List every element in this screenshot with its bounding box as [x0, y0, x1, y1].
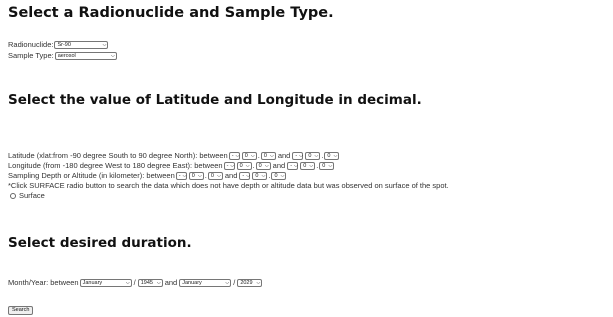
search-button[interactable]: Search [8, 306, 34, 315]
duration-label: Month/Year: between [8, 278, 79, 287]
chevron-down-icon: ⌵ [294, 163, 298, 169]
latitude-from-sign-select[interactable]: - ⌵ [228, 152, 240, 160]
duration-row: Month/Year: between January ⌵ / 1945 ⌵ and… [8, 278, 263, 287]
radionuclide-row: Radionuclide: Sr-90 ⌵ [8, 40, 109, 50]
to-year-select[interactable]: 2029 ⌵ [237, 279, 263, 287]
chevron-down-icon: ⌵ [156, 280, 161, 286]
sample-type-row: Sample Type: aerosol ⌵ [8, 51, 118, 61]
section-title-duration: Select desired duration. [8, 235, 192, 251]
longitude-label: Longitude (from -180 degree West to 180 … [8, 161, 223, 170]
chevron-down-icon: ⌵ [217, 173, 221, 179]
depth-label: Sampling Depth or Altitude (in kilometer… [8, 171, 175, 180]
longitude-row: Longitude (from -180 degree West to 180 … [8, 161, 335, 170]
latitude-label: Latitude (xlat:from -90 degree South to … [8, 151, 228, 160]
chevron-down-icon: ⌵ [110, 53, 115, 59]
sample-type-label: Sample Type: [8, 51, 54, 60]
latitude-from-decimal-select[interactable]: 0 ⌵ [260, 152, 276, 160]
depth-from-decimal-select[interactable]: 0 ⌵ [207, 172, 223, 180]
longitude-to-sign-select[interactable]: - ⌵ [287, 162, 299, 170]
longitude-from-decimal-select[interactable]: 0 ⌵ [255, 162, 271, 170]
chevron-down-icon: ⌵ [314, 153, 319, 159]
chevron-down-icon: ⌵ [261, 173, 266, 179]
chevron-down-icon: ⌵ [270, 153, 274, 159]
longitude-from-degree-select[interactable]: 0 ⌵ [236, 162, 252, 170]
sample-type-select[interactable]: aerosol ⌵ [54, 52, 117, 60]
depth-to-decimal-select[interactable]: 0 ⌵ [271, 172, 287, 180]
chevron-down-icon: ⌵ [235, 153, 240, 159]
depth-row: Sampling Depth or Altitude (in kilometer… [8, 171, 287, 180]
chevron-down-icon: ⌵ [264, 163, 269, 169]
chevron-down-icon: ⌵ [309, 163, 314, 169]
longitude-to-degree-select[interactable]: 0 ⌵ [300, 162, 316, 170]
latitude-from-degree-select[interactable]: 0 ⌵ [241, 152, 257, 160]
chevron-down-icon: ⌵ [225, 280, 230, 286]
latitude-to-degree-select[interactable]: 0 ⌵ [305, 152, 321, 160]
section-title-lat-long: Select the value of Latitude and Longitu… [8, 92, 422, 108]
chevron-down-icon: ⌵ [245, 163, 250, 169]
depth-from-sign-select[interactable]: - ⌵ [175, 172, 187, 180]
chevron-down-icon: ⌵ [246, 173, 251, 179]
latitude-to-sign-select[interactable]: - ⌵ [292, 152, 304, 160]
chevron-down-icon: ⌵ [182, 173, 187, 179]
surface-note: *Click SURFACE radio button to search th… [8, 181, 449, 190]
longitude-to-decimal-select[interactable]: 0 ⌵ [319, 162, 335, 170]
surface-label: Surface [19, 191, 45, 200]
chevron-down-icon: ⌵ [250, 153, 255, 159]
chevron-down-icon: ⌵ [197, 173, 202, 179]
longitude-from-sign-select[interactable]: - ⌵ [223, 162, 235, 170]
chevron-down-icon: ⌵ [102, 42, 107, 48]
chevron-down-icon: ⌵ [280, 173, 285, 179]
chevron-down-icon: ⌵ [125, 280, 130, 286]
radionuclide-label: Radionuclide: [8, 40, 54, 49]
latitude-row: Latitude (xlat:from -90 degree South to … [8, 151, 340, 160]
to-month-select[interactable]: January ⌵ [179, 279, 232, 287]
surface-radio[interactable] [10, 193, 16, 199]
chevron-down-icon: ⌵ [230, 163, 235, 169]
radionuclide-select[interactable]: Sr-90 ⌵ [54, 41, 109, 49]
from-month-select[interactable]: January ⌵ [79, 279, 132, 287]
depth-from-degree-select[interactable]: 0 ⌵ [188, 172, 204, 180]
surface-row: Surface [8, 191, 45, 201]
depth-to-degree-select[interactable]: 0 ⌵ [252, 172, 268, 180]
chevron-down-icon: ⌵ [328, 163, 333, 169]
chevron-down-icon: ⌵ [256, 280, 261, 286]
chevron-down-icon: ⌵ [333, 153, 338, 159]
chevron-down-icon: ⌵ [299, 153, 303, 159]
from-year-select[interactable]: 1945 ⌵ [137, 279, 163, 287]
latitude-to-decimal-select[interactable]: 0 ⌵ [324, 152, 340, 160]
depth-to-sign-select[interactable]: - ⌵ [239, 172, 251, 180]
section-title-radionuclide: Select a Radionuclide and Sample Type. [8, 5, 334, 21]
